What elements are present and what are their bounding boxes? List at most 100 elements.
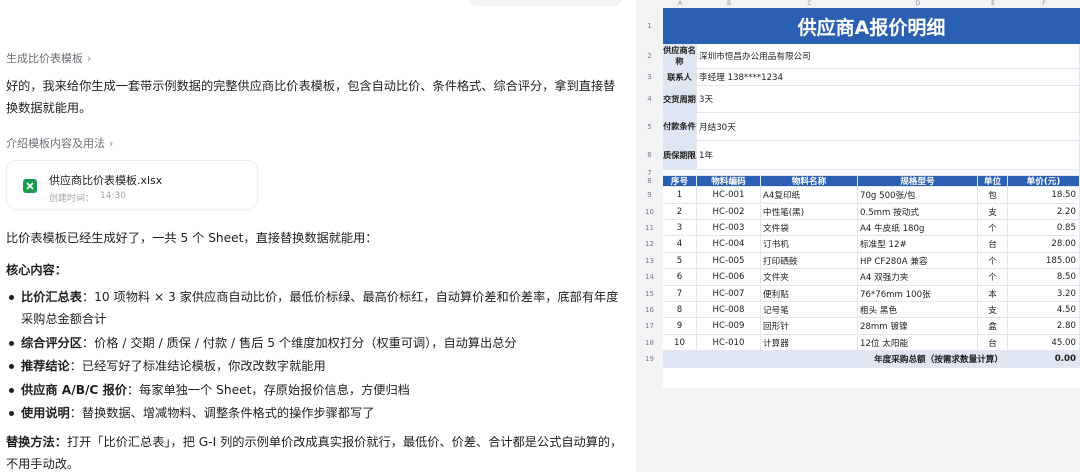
row-number[interactable]: 11 bbox=[636, 220, 663, 236]
table-cell[interactable]: HC-001 bbox=[697, 187, 761, 204]
table-cell[interactable]: A4 双强力夹 bbox=[858, 269, 978, 286]
table-cell[interactable]: 12位 太阳能 bbox=[858, 335, 978, 351]
column-letter-f[interactable]: F bbox=[1008, 0, 1080, 8]
info-label-cell[interactable]: 质保期限 bbox=[663, 141, 697, 170]
table-cell[interactable]: 文件袋 bbox=[761, 220, 858, 236]
table-cell[interactable]: A4 牛皮纸 180g bbox=[858, 220, 978, 236]
table-cell[interactable]: 5 bbox=[663, 253, 697, 269]
table-cell[interactable]: 个 bbox=[978, 253, 1008, 269]
table-cell[interactable]: 7 bbox=[663, 286, 697, 302]
info-value-cell[interactable]: 3天 bbox=[697, 86, 1080, 113]
row-number[interactable]: 19 bbox=[636, 351, 663, 368]
table-cell[interactable]: 便利贴 bbox=[761, 286, 858, 302]
table-cell[interactable]: HP CF280A 兼容 bbox=[858, 253, 978, 269]
info-label-cell[interactable]: 联系人 bbox=[663, 69, 697, 86]
row-number[interactable]: 14 bbox=[636, 269, 663, 286]
table-cell[interactable]: 个 bbox=[978, 220, 1008, 236]
table-cell[interactable]: 支 bbox=[978, 204, 1008, 220]
table-cell[interactable]: 个 bbox=[978, 269, 1008, 286]
table-cell[interactable]: HC-004 bbox=[697, 236, 761, 253]
row-number[interactable]: 18 bbox=[636, 335, 663, 351]
table-cell[interactable]: 1 bbox=[663, 187, 697, 204]
total-value-cell[interactable]: 0.00 bbox=[1008, 351, 1080, 368]
file-attachment-card[interactable]: 供应商比价表模板.xlsx 创建时间： 14:30 bbox=[6, 160, 258, 210]
row-number[interactable]: 9 bbox=[636, 187, 663, 204]
info-value-cell[interactable]: 1年 bbox=[697, 141, 1080, 170]
table-cell[interactable]: HC-010 bbox=[697, 335, 761, 351]
table-cell[interactable]: 10 bbox=[663, 335, 697, 351]
table-cell[interactable]: 盒 bbox=[978, 318, 1008, 335]
table-cell[interactable]: 回形针 bbox=[761, 318, 858, 335]
table-header-cell[interactable]: 物料名称 bbox=[761, 176, 858, 187]
table-cell[interactable]: 2.20 bbox=[1008, 204, 1080, 220]
table-cell[interactable]: 4.50 bbox=[1008, 302, 1080, 318]
table-cell[interactable]: HC-005 bbox=[697, 253, 761, 269]
table-cell[interactable]: 记号笔 bbox=[761, 302, 858, 318]
table-header-cell[interactable]: 物料编码 bbox=[697, 176, 761, 187]
table-cell[interactable]: 台 bbox=[978, 236, 1008, 253]
table-cell[interactable]: HC-009 bbox=[697, 318, 761, 335]
table-header-cell[interactable]: 单位 bbox=[978, 176, 1008, 187]
row-number[interactable]: 3 bbox=[636, 69, 663, 86]
table-cell[interactable]: 4 bbox=[663, 236, 697, 253]
table-cell[interactable]: 9 bbox=[663, 318, 697, 335]
table-cell[interactable]: 本 bbox=[978, 286, 1008, 302]
row-number[interactable]: 12 bbox=[636, 236, 663, 253]
row-number[interactable]: 17 bbox=[636, 318, 663, 335]
chat-input-remnant[interactable] bbox=[468, 0, 624, 6]
row-number[interactable]: 8 bbox=[636, 176, 663, 187]
table-cell[interactable]: 185.00 bbox=[1008, 253, 1080, 269]
column-letter-a[interactable]: A bbox=[663, 0, 697, 8]
table-cell[interactable]: HC-006 bbox=[697, 269, 761, 286]
row-number[interactable]: 6 bbox=[636, 141, 663, 170]
table-cell[interactable]: 包 bbox=[978, 187, 1008, 204]
column-letter-b[interactable]: B bbox=[697, 0, 761, 8]
table-cell[interactable]: 计算器 bbox=[761, 335, 858, 351]
row-number[interactable]: 4 bbox=[636, 86, 663, 113]
info-value-cell[interactable]: 深圳市恒昌办公用品有限公司 bbox=[697, 44, 1080, 69]
row-number[interactable]: 10 bbox=[636, 204, 663, 220]
row-number[interactable]: 5 bbox=[636, 113, 663, 141]
table-header-cell[interactable]: 规格型号 bbox=[858, 176, 978, 187]
table-cell[interactable]: HC-008 bbox=[697, 302, 761, 318]
table-cell[interactable]: 3.20 bbox=[1008, 286, 1080, 302]
table-cell[interactable]: 中性笔(黑) bbox=[761, 204, 858, 220]
spreadsheet-preview[interactable]: ABCDEF 1 2 3 4 5 6 7 8 9 10 11 12 13 14 15 16 17 18 19 供应商… bbox=[636, 0, 1080, 472]
table-cell[interactable]: 28mm 镀镍 bbox=[858, 318, 978, 335]
table-cell[interactable]: 2 bbox=[663, 204, 697, 220]
table-header-cell[interactable]: 单价(元) bbox=[1008, 176, 1080, 187]
row-number[interactable]: 15 bbox=[636, 286, 663, 302]
table-cell[interactable]: 粗头 黑色 bbox=[858, 302, 978, 318]
table-cell[interactable]: 8 bbox=[663, 302, 697, 318]
row-number[interactable]: 1 bbox=[636, 8, 663, 44]
table-cell[interactable]: 8.50 bbox=[1008, 269, 1080, 286]
info-label-cell[interactable]: 交货周期 bbox=[663, 86, 697, 113]
info-label-cell[interactable]: 供应商名称 bbox=[663, 44, 697, 69]
table-cell[interactable]: A4复印纸 bbox=[761, 187, 858, 204]
table-cell[interactable]: 支 bbox=[978, 302, 1008, 318]
table-cell[interactable]: 18.50 bbox=[1008, 187, 1080, 204]
table-cell[interactable]: 28.00 bbox=[1008, 236, 1080, 253]
column-letter-e[interactable]: E bbox=[978, 0, 1008, 8]
table-header-cell[interactable]: 序号 bbox=[663, 176, 697, 187]
table-cell[interactable]: 45.00 bbox=[1008, 335, 1080, 351]
sheet-grid[interactable]: 供应商A报价明细 供应商名称 深圳市恒昌办公用品有限公司 联系人 李经理 138***… bbox=[663, 8, 1080, 388]
table-cell[interactable]: HC-007 bbox=[697, 286, 761, 302]
row-number[interactable]: 13 bbox=[636, 253, 663, 269]
table-cell[interactable]: 台 bbox=[978, 335, 1008, 351]
table-cell[interactable]: 订书机 bbox=[761, 236, 858, 253]
column-letter-d[interactable]: D bbox=[858, 0, 978, 8]
step-generate-template-link[interactable]: 生成比价表模板 › bbox=[6, 50, 91, 66]
step-introduce-template-link[interactable]: 介绍模板内容及用法 › bbox=[6, 135, 113, 151]
table-cell[interactable]: 打印硒鼓 bbox=[761, 253, 858, 269]
table-cell[interactable]: 2.80 bbox=[1008, 318, 1080, 335]
table-cell[interactable]: HC-003 bbox=[697, 220, 761, 236]
table-cell[interactable]: 标准型 12# bbox=[858, 236, 978, 253]
info-value-cell[interactable]: 李经理 138****1234 bbox=[697, 69, 1080, 86]
table-cell[interactable]: 3 bbox=[663, 220, 697, 236]
row-number[interactable]: 2 bbox=[636, 44, 663, 69]
total-label-cell[interactable]: 年度采购总额（按需求数量计算） bbox=[663, 351, 1008, 368]
table-cell[interactable]: 76*76mm 100张 bbox=[858, 286, 978, 302]
table-cell[interactable]: HC-002 bbox=[697, 204, 761, 220]
table-cell[interactable]: 文件夹 bbox=[761, 269, 858, 286]
